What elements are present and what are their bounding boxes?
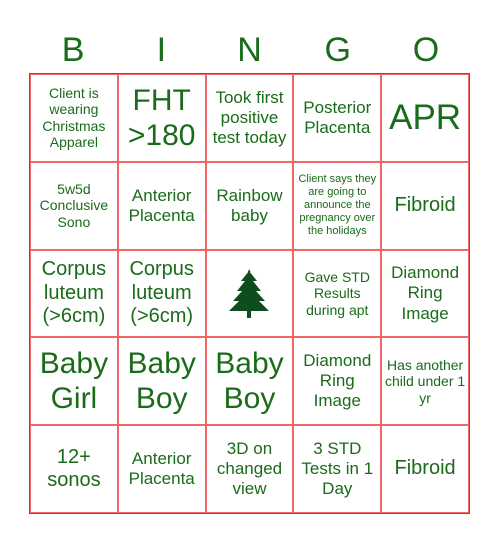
bingo-cell[interactable]: Corpus luteum (>6cm) [117,249,206,338]
bingo-cell[interactable]: 3 STD Tests in 1 Day [293,425,382,513]
cell-text: 12+ sonos [47,445,101,492]
cell-text: Fibroid [394,193,456,216]
bingo-cell[interactable]: Baby Boy [117,337,206,426]
christmas-tree-icon [229,269,270,319]
cell-text: Rainbow baby [216,185,283,225]
cell-text: 3 STD Tests in 1 Day [301,439,374,499]
bingo-cell[interactable]: Anterior Placenta [117,425,206,513]
free-space[interactable] [205,249,294,338]
bingo-cell[interactable]: 12+ sonos [30,425,118,513]
bingo-cell[interactable]: 5w5d Conclusive Sono [30,161,118,250]
cell-text: Baby Boy [215,346,284,416]
bingo-cell[interactable]: Rainbow baby [205,161,294,250]
header-letter: B [61,31,85,69]
bingo-cell[interactable]: Baby Girl [30,337,118,426]
cell-text: Diamond Ring Image [303,351,372,411]
bingo-cell[interactable]: 3D on changed view [205,425,294,513]
header-letter: O [412,31,440,69]
bingo-cell[interactable]: Anterior Placenta [117,161,206,250]
bingo-cell[interactable]: Fibroid [381,161,469,250]
bingo-card: Client is wearing Christmas Apparel FHT >… [29,73,470,514]
header-letter: N [237,31,262,69]
cell-text: Posterior Placenta [303,97,372,137]
cell-text: Took first positive test today [212,87,287,147]
bingo-cell[interactable]: Client is wearing Christmas Apparel [30,74,118,162]
header-letter: G [324,31,351,69]
cell-text: Baby Boy [127,346,196,416]
cell-text: Gave STD Results during apt [304,268,370,318]
bingo-cell[interactable]: APR [381,74,469,162]
bingo-cell[interactable]: Has another child under 1 yr [381,337,469,426]
bingo-cell[interactable]: Corpus luteum (>6cm) [30,249,118,338]
bingo-cell[interactable]: Took first positive test today [205,74,294,162]
bingo-cell[interactable]: Posterior Placenta [293,74,382,162]
cell-text: APR [389,98,462,138]
bingo-cell[interactable]: Fibroid [381,425,469,513]
cell-text: Client says they are going to announce t… [298,173,377,238]
cell-text: FHT >180 [127,83,196,152]
bingo-cell[interactable]: Diamond Ring Image [381,249,469,338]
cell-text: Anterior Placenta [128,185,195,225]
cell-text: Diamond Ring Image [391,263,460,323]
cell-text: Baby Girl [39,346,109,416]
cell-text: Fibroid [394,457,456,480]
cell-text: Client is wearing Christmas Apparel [42,84,106,151]
cell-text: Has another child under 1 yr [385,356,466,406]
bingo-cell[interactable]: Gave STD Results during apt [293,249,382,338]
cell-text: 5w5d Conclusive Sono [39,180,109,230]
bingo-cell[interactable]: FHT >180 [117,74,206,162]
bingo-header: B I N G O [29,28,470,72]
cell-text: Corpus luteum (>6cm) [41,258,107,328]
bingo-cell[interactable]: Diamond Ring Image [293,337,382,426]
header-letter: I [156,31,167,69]
cell-text: Anterior Placenta [128,449,195,489]
cell-text: 3D on changed view [216,439,283,499]
bingo-cell[interactable]: Client says they are going to announce t… [293,161,382,250]
bingo-cell[interactable]: Baby Boy [205,337,294,426]
cell-text: Corpus luteum (>6cm) [129,258,194,328]
